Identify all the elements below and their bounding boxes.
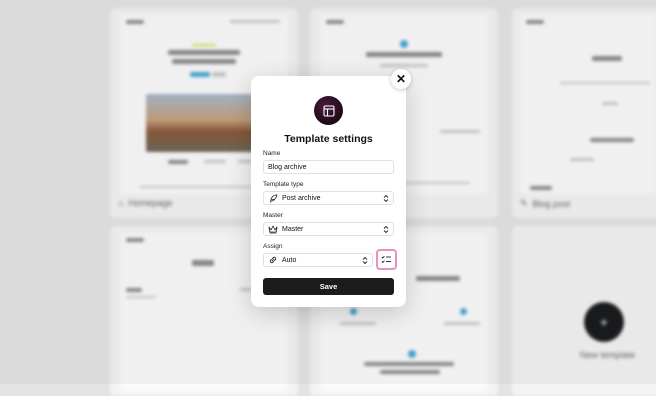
link-icon bbox=[268, 255, 278, 265]
assign-value: Auto bbox=[282, 256, 297, 264]
template-type-value: Post archive bbox=[282, 194, 321, 202]
template-settings-dialog: Template settings Name Blog archive Temp… bbox=[251, 76, 406, 307]
template-type-select[interactable]: Post archive bbox=[263, 191, 394, 205]
feather-icon bbox=[268, 193, 278, 203]
template-type-label: Template type bbox=[263, 181, 304, 188]
chevron-updown-icon bbox=[362, 256, 368, 265]
chevron-updown-icon bbox=[383, 194, 389, 203]
master-value: Master bbox=[282, 225, 304, 233]
template-icon-badge bbox=[314, 96, 343, 125]
dialog-title: Template settings bbox=[284, 133, 373, 145]
crown-icon bbox=[268, 224, 278, 234]
assign-label: Assign bbox=[263, 243, 283, 250]
master-select[interactable]: Master bbox=[263, 222, 394, 236]
close-button[interactable]: ✕ bbox=[391, 69, 411, 89]
save-button[interactable]: Save bbox=[263, 278, 394, 295]
name-value: Blog archive bbox=[268, 163, 307, 171]
chevron-updown-icon bbox=[383, 225, 389, 234]
name-label: Name bbox=[263, 150, 281, 157]
close-icon: ✕ bbox=[395, 72, 407, 86]
name-input[interactable]: Blog archive bbox=[263, 160, 394, 174]
layout-icon bbox=[322, 104, 335, 117]
assign-select[interactable]: Auto bbox=[263, 253, 373, 267]
checklist-icon bbox=[381, 255, 391, 264]
assign-conditions-button[interactable] bbox=[376, 249, 397, 270]
master-label: Master bbox=[263, 212, 283, 219]
